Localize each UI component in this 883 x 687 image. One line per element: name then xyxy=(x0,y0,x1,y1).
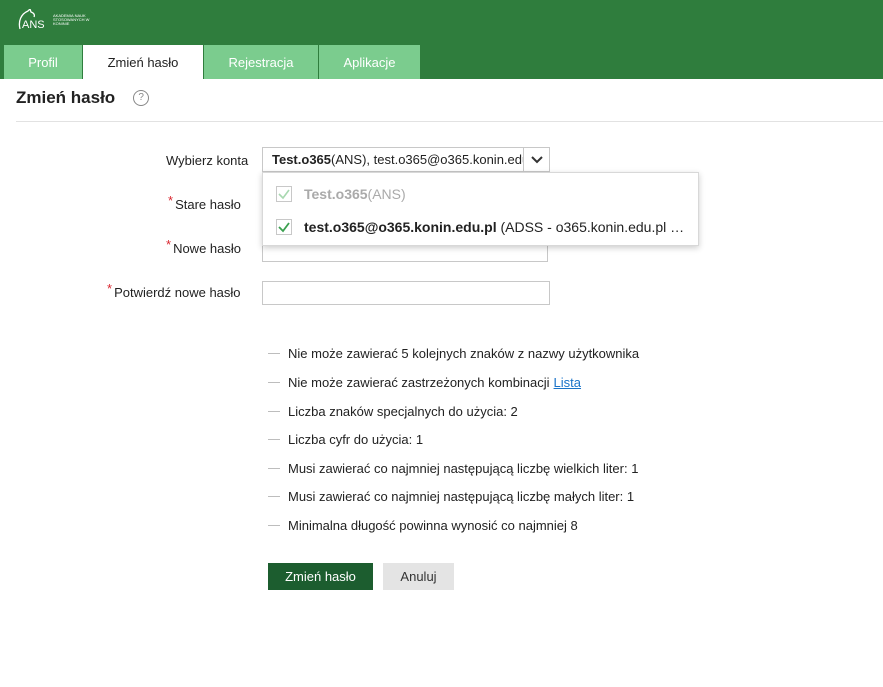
new-password-label: * Nowe hasło xyxy=(166,237,241,256)
rule-item: Musi zawierać co najmniej następującą li… xyxy=(268,486,634,506)
check-icon xyxy=(278,189,290,199)
divider xyxy=(16,121,883,122)
account-selected-rest: (ANS), test.o365@o365.konin.edu.pl xyxy=(331,152,524,167)
tab-profil[interactable]: Profil xyxy=(4,45,82,79)
app-header: ANS AKADEMIA NAUK STOSOWANYCH W KONINIE … xyxy=(0,0,883,79)
rule-item: Liczba cyfr do użycia: 1 xyxy=(268,429,423,449)
checkbox xyxy=(276,185,292,202)
cancel-button[interactable]: Anuluj xyxy=(383,563,454,590)
tab-change-password[interactable]: Zmień hasło xyxy=(83,45,203,79)
rule-item: Liczba znaków specjalnych do użycia: 2 xyxy=(268,401,518,421)
account-selected-main: Test.o365 xyxy=(272,152,332,167)
rule-item: Minimalna długość powinna wynosić co naj… xyxy=(268,515,578,535)
rule-item: Musi zawierać co najmniej następującą li… xyxy=(268,458,638,478)
page-title-row: Zmień hasło ? xyxy=(16,88,150,108)
confirm-password-field[interactable] xyxy=(262,281,550,305)
account-label: Wybierz konta xyxy=(166,153,249,168)
svg-text:ANS: ANS xyxy=(22,19,45,31)
required-marker: * xyxy=(168,193,174,208)
old-password-label: * Stare hasło xyxy=(168,193,241,212)
tab-bar: Profil Zmień hasło Rejestracja Aplikacje xyxy=(4,45,420,79)
account-select-value: Test.o365(ANS), test.o365@o365.konin.edu… xyxy=(272,152,524,167)
checkbox[interactable] xyxy=(276,218,292,235)
confirm-password-label: * Potwierdź nowe hasło xyxy=(107,281,241,300)
required-marker: * xyxy=(107,281,113,296)
rule-item: Nie może zawierać 5 kolejnych znaków z n… xyxy=(268,343,639,363)
logo: ANS AKADEMIA NAUK STOSOWANYCH W KONINIE xyxy=(17,9,95,31)
chevron-down-icon[interactable] xyxy=(523,148,549,171)
dropdown-option[interactable]: test.o365@o365.konin.edu.pl (ADSS - o365… xyxy=(263,210,698,243)
change-password-button[interactable]: Zmień hasło xyxy=(268,563,373,590)
page-title: Zmień hasło xyxy=(16,88,116,107)
account-select[interactable]: Test.o365(ANS), test.o365@o365.konin.edu… xyxy=(262,147,550,172)
dropdown-option: Test.o365(ANS) xyxy=(263,177,698,210)
required-marker: * xyxy=(166,237,172,252)
logo-subtitle: AKADEMIA NAUK STOSOWANYCH W KONINIE xyxy=(53,13,90,26)
tab-applications[interactable]: Aplikacje xyxy=(319,45,420,79)
restricted-list-link[interactable]: Lista xyxy=(554,375,581,390)
account-dropdown: Test.o365(ANS) test.o365@o365.konin.edu.… xyxy=(262,172,699,246)
logo-horse-icon: ANS xyxy=(18,9,45,31)
help-icon[interactable]: ? xyxy=(133,90,150,106)
tab-registration[interactable]: Rejestracja xyxy=(204,45,318,79)
check-icon xyxy=(278,221,290,232)
rule-item: Nie może zawierać zastrzeżonych kombinac… xyxy=(268,372,581,392)
